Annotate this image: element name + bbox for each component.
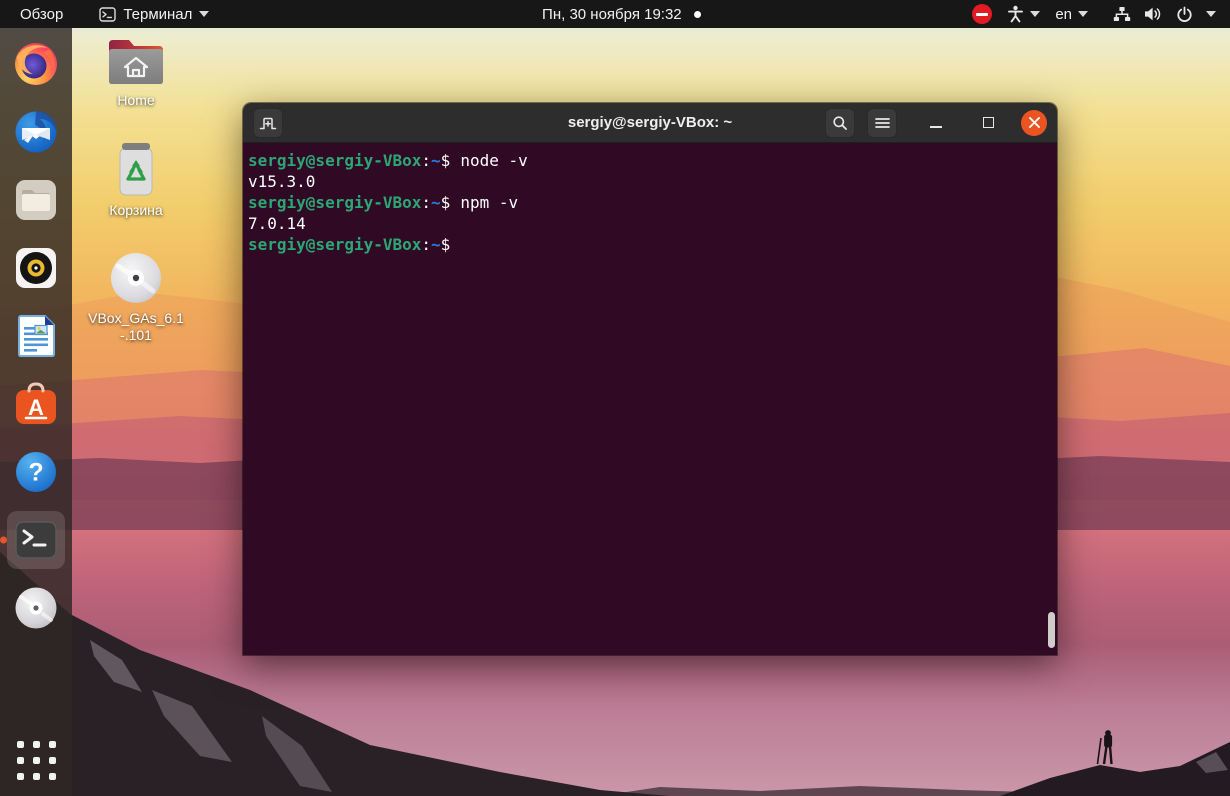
- terminal-window: sergiy@sergiy-VBox: ~: [243, 103, 1057, 655]
- dock-item-files[interactable]: [12, 176, 60, 224]
- clock-label: Пн, 30 ноября 19:32: [542, 6, 682, 23]
- close-button[interactable]: [1021, 110, 1047, 136]
- maximize-button[interactable]: [975, 110, 1001, 136]
- prompt-user-host: sergiy@sergiy-VBox: [248, 235, 421, 254]
- minimize-icon: [930, 126, 942, 128]
- menu-button[interactable]: [867, 108, 897, 138]
- cd-disc-icon: [13, 585, 59, 631]
- app-menu-label: Терминал: [123, 6, 192, 23]
- activities-button[interactable]: Обзор: [14, 4, 69, 25]
- cd-disc-icon: [108, 250, 164, 306]
- rhythmbox-icon: [14, 246, 58, 290]
- ubuntu-software-icon: A: [14, 382, 58, 426]
- help-icon: ?: [14, 450, 58, 494]
- dock-item-thunderbird[interactable]: [12, 108, 60, 156]
- new-tab-icon: [259, 115, 277, 131]
- files-icon: [14, 178, 58, 222]
- dock-item-terminal[interactable]: [12, 516, 60, 564]
- hiker-silhouette: [1098, 731, 1112, 764]
- accessibility-icon: [1007, 5, 1024, 23]
- chevron-down-icon: [1206, 11, 1216, 17]
- desktop-icon-label: Корзина: [109, 202, 162, 219]
- dock-item-app-grid[interactable]: [17, 741, 56, 780]
- desktop: Обзор Терминал Пн, 30 ноября 19:32: [0, 0, 1230, 796]
- command-text: npm -v: [460, 193, 518, 212]
- power-icon: [1176, 6, 1193, 23]
- desktop-icon-trash[interactable]: Корзина: [84, 140, 188, 219]
- desktop-icon-label: VBox_GAs_6.1-.101: [84, 310, 188, 344]
- system-menu[interactable]: [1113, 6, 1216, 23]
- dock-item-ubuntu-software[interactable]: A: [12, 380, 60, 428]
- terminal-titlebar[interactable]: sergiy@sergiy-VBox: ~: [243, 103, 1057, 143]
- prompt-user-host: sergiy@sergiy-VBox: [248, 151, 421, 170]
- prompt-path: ~: [431, 235, 441, 254]
- terminal-output: v15.3.0: [248, 171, 1051, 192]
- libreoffice-writer-icon: [15, 313, 57, 359]
- maximize-icon: [983, 117, 994, 128]
- terminal-app-icon: [14, 520, 58, 560]
- app-menu-terminal[interactable]: Терминал: [99, 6, 209, 23]
- scrollbar-thumb[interactable]: [1048, 612, 1055, 648]
- dock-item-firefox[interactable]: [12, 40, 60, 88]
- dock-item-libreoffice-writer[interactable]: [12, 312, 60, 360]
- dock-item-cd-disc[interactable]: [12, 584, 60, 632]
- chevron-down-icon: [1030, 11, 1040, 17]
- firefox-icon: [13, 41, 59, 87]
- terminal-icon: [99, 7, 116, 22]
- dock: A ?: [0, 28, 72, 796]
- language-label: en: [1055, 6, 1072, 23]
- top-bar: Обзор Терминал Пн, 30 ноября 19:32: [0, 0, 1230, 28]
- notification-dot: [694, 11, 701, 18]
- trash-icon: [108, 140, 164, 198]
- desktop-icon-label: Home: [117, 92, 154, 109]
- thunderbird-icon: [13, 109, 59, 155]
- keyboard-layout-menu[interactable]: en: [1055, 6, 1088, 23]
- chevron-down-icon: [199, 11, 209, 17]
- terminal-output: 7.0.14: [248, 213, 1051, 234]
- svg-text:?: ?: [28, 459, 43, 487]
- volume-icon: [1144, 6, 1163, 22]
- desktop-icon-vbox-disc[interactable]: VBox_GAs_6.1-.101: [84, 250, 188, 344]
- chevron-down-icon: [1078, 11, 1088, 17]
- new-tab-button[interactable]: [253, 108, 283, 138]
- dock-item-help[interactable]: ?: [12, 448, 60, 496]
- close-icon: [1028, 116, 1041, 129]
- do-not-disturb-icon[interactable]: [972, 4, 992, 24]
- svg-text:A: A: [28, 395, 44, 420]
- network-wired-icon: [1113, 6, 1131, 22]
- terminal-line: sergiy@sergiy-VBox:~$node -v: [248, 150, 1051, 171]
- accessibility-menu[interactable]: [1007, 5, 1040, 23]
- desktop-icon-home[interactable]: Home: [84, 36, 188, 109]
- search-icon: [832, 115, 848, 131]
- terminal-line: sergiy@sergiy-VBox:~$npm -v: [248, 192, 1051, 213]
- minimize-button[interactable]: [923, 110, 949, 136]
- home-folder-icon: [105, 36, 167, 88]
- terminal-line: sergiy@sergiy-VBox:~$: [248, 234, 1051, 255]
- search-button[interactable]: [825, 108, 855, 138]
- prompt-user-host: sergiy@sergiy-VBox: [248, 193, 421, 212]
- prompt-path: ~: [431, 151, 441, 170]
- command-text: node -v: [460, 151, 527, 170]
- clock-menu[interactable]: Пн, 30 ноября 19:32: [542, 0, 701, 28]
- dock-item-rhythmbox[interactable]: [12, 244, 60, 292]
- terminal-content[interactable]: sergiy@sergiy-VBox:~$node -v v15.3.0 ser…: [243, 143, 1057, 655]
- prompt-path: ~: [431, 193, 441, 212]
- hamburger-menu-icon: [875, 117, 890, 129]
